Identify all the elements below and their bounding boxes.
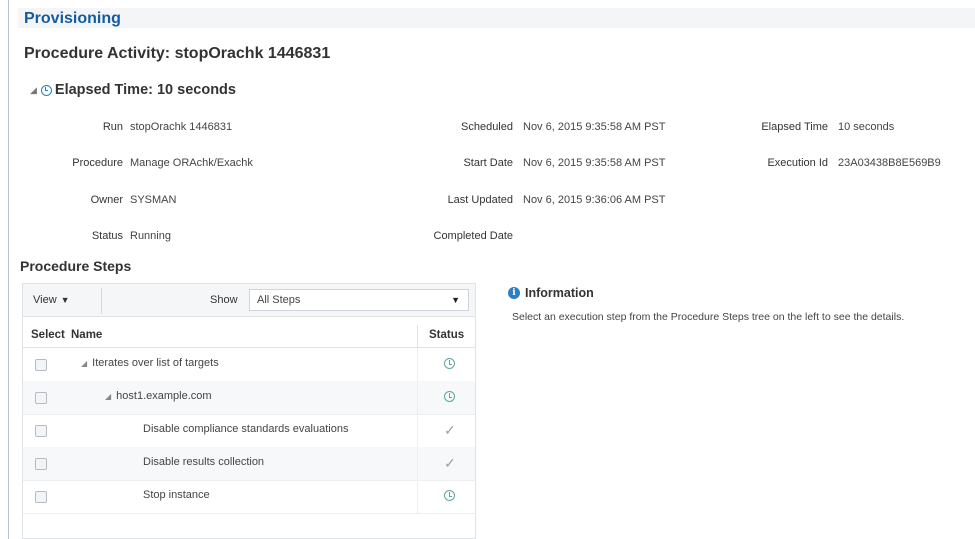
header-band [18,8,975,28]
last-updated-value: Nov 6, 2015 9:36:06 AM PST [523,194,666,206]
column-divider [417,447,418,480]
elapsed-time-value: 10 seconds [838,121,895,133]
column-header-status[interactable]: Status [429,329,464,341]
toolbar-divider [101,288,102,314]
checkmark-icon: ✓ [444,455,456,471]
table-header: Select Name Status [23,325,475,348]
table-row[interactable]: Disable compliance standards evaluations… [23,414,475,448]
procedure-steps-table: Select Name Status ◢ Iterates over list o… [22,317,476,539]
step-status: ✓ [444,456,458,470]
column-header-select[interactable]: Select [31,329,71,341]
show-filter-label: Show [210,294,238,306]
view-menu-label: View [33,294,57,306]
column-divider [417,480,418,513]
clock-icon [444,358,455,369]
clock-icon [40,84,52,96]
info-icon: i [508,287,520,299]
step-name[interactable]: ◢ host1.example.com [105,390,212,402]
row-select-checkbox[interactable] [35,359,47,371]
row-select-checkbox[interactable] [35,392,47,404]
clock-icon [444,391,455,402]
completed-date-label: Completed Date [433,230,514,242]
procedure-label: Procedure [72,157,123,169]
step-name-text: host1.example.com [116,390,212,402]
checkmark-icon: ✓ [444,422,456,438]
step-name[interactable]: Stop instance [143,489,210,501]
collapse-triangle-icon[interactable]: ◢ [30,85,37,96]
dropdown-arrow-icon: ▼ [451,295,460,305]
view-menu-button[interactable]: View ▼ [33,294,70,306]
step-name-text: Iterates over list of targets [92,357,219,369]
information-heading: i Information [508,286,594,300]
column-divider [417,414,418,447]
start-date-label: Start Date [463,157,513,169]
page-section-title: Provisioning [24,10,121,27]
elapsed-time-heading: Elapsed Time: 10 seconds [54,82,236,98]
run-value: stopOrachk 1446831 [130,121,233,133]
column-divider [417,325,418,347]
column-divider [417,348,418,381]
information-title: Information [525,286,594,300]
column-divider [417,381,418,414]
run-label: Run [102,121,123,133]
clock-icon [444,490,455,501]
table-row[interactable]: ◢ Iterates over list of targets [23,348,475,382]
last-updated-label: Last Updated [447,194,513,206]
procedure-steps-heading: Procedure Steps [20,258,132,274]
step-status: ✓ [444,423,458,437]
step-status [444,390,458,404]
expand-triangle-icon[interactable]: ◢ [105,392,111,401]
show-filter-value: All Steps [257,294,301,306]
table-row[interactable]: Disable results collection ✓ [23,447,475,481]
execution-id-label: Execution Id [767,157,828,169]
scheduled-label: Scheduled [461,121,513,133]
elapsed-time-label: Elapsed Time [761,121,828,133]
show-filter-select[interactable]: All Steps ▼ [249,289,469,311]
row-select-checkbox[interactable] [35,425,47,437]
scheduled-value: Nov 6, 2015 9:35:58 AM PST [523,121,666,133]
steps-toolbar: View ▼ Show All Steps ▼ [22,283,476,317]
page-title: Procedure Activity: stopOrachk 1446831 [24,45,331,62]
step-name[interactable]: ◢ Iterates over list of targets [81,357,219,369]
table-row[interactable]: Stop instance [23,480,475,514]
status-label: Status [91,230,123,242]
owner-value: SYSMAN [130,194,177,206]
step-name[interactable]: Disable results collection [143,456,264,468]
step-name[interactable]: Disable compliance standards evaluations [143,423,348,435]
caret-down-icon: ▼ [60,295,70,305]
row-select-checkbox[interactable] [35,491,47,503]
step-status [444,489,458,503]
table-row[interactable]: ◢ host1.example.com [23,381,475,415]
information-text: Select an execution step from the Proced… [512,311,905,323]
column-header-name[interactable]: Name [71,329,102,341]
elapsed-time-header[interactable]: ◢ Elapsed Time: 10 seconds [30,82,236,98]
status-value: Running [130,230,171,242]
owner-label: Owner [90,194,123,206]
row-select-checkbox[interactable] [35,458,47,470]
start-date-value: Nov 6, 2015 9:35:58 AM PST [523,157,666,169]
step-status [444,357,458,371]
procedure-value: Manage ORAchk/Exachk [130,157,253,169]
expand-triangle-icon[interactable]: ◢ [81,359,87,368]
execution-id-value: 23A03438B8E569B9 [838,157,941,169]
